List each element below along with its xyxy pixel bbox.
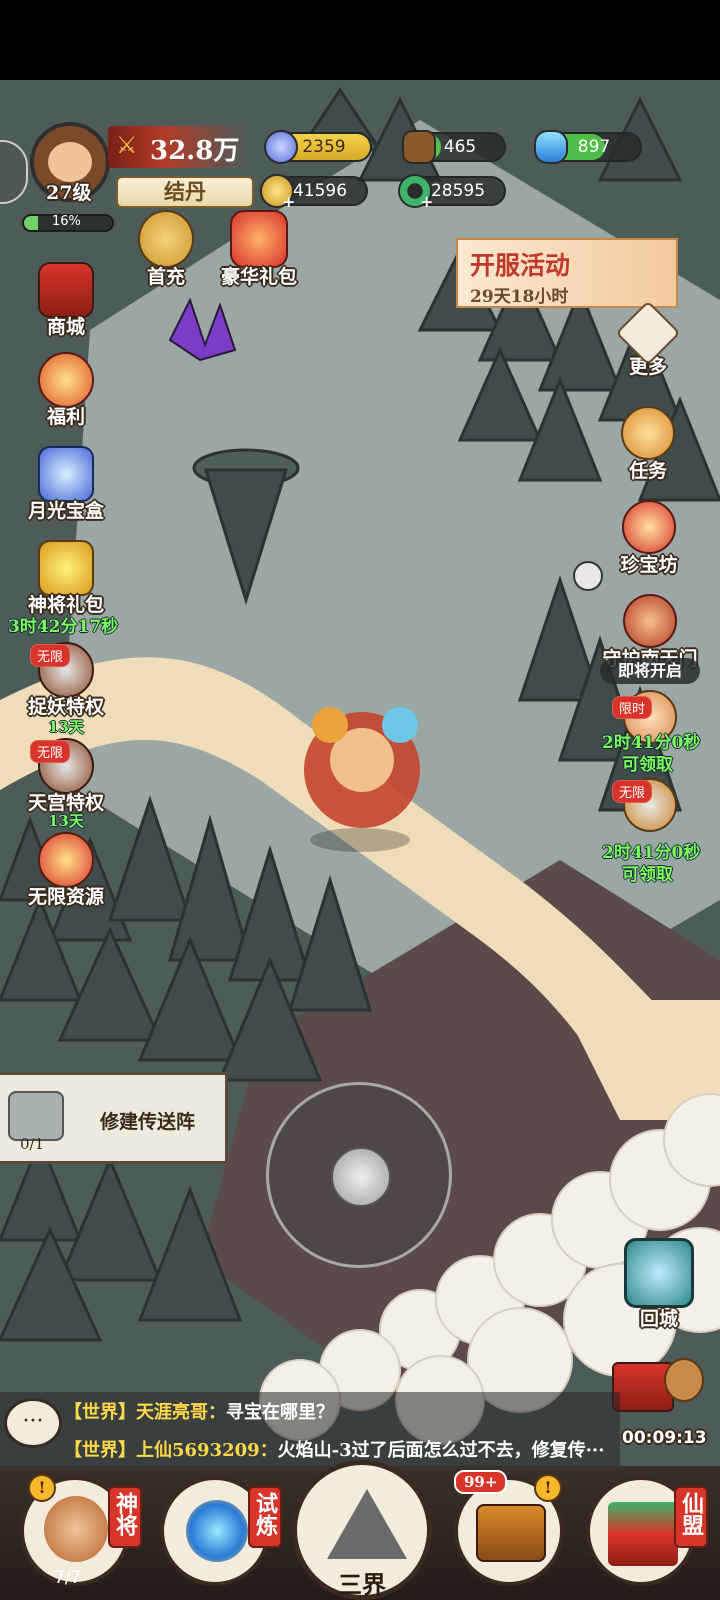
tasks-button[interactable]: 任务 xyxy=(608,406,688,483)
alert-icon: ! xyxy=(28,1474,56,1502)
chat-message: 寻宝在哪里？ xyxy=(226,1402,334,1423)
spirit-value: 2359 xyxy=(302,137,346,157)
power-value: 32.8万 xyxy=(150,136,240,166)
build-count: 0/1 xyxy=(20,1135,45,1153)
realm-badge[interactable]: 结丹 xyxy=(116,176,254,208)
spiral-trial-icon xyxy=(186,1500,248,1562)
moon-box-label: 月光宝盒 xyxy=(27,500,104,522)
portal-gate-icon xyxy=(624,1238,694,1308)
chat-bubble-icon[interactable]: ··· xyxy=(4,1398,62,1448)
shop-building-icon xyxy=(38,262,94,318)
chat-line-1: 【世界】天涯亮哥：寻宝在哪里？ xyxy=(64,1398,334,1424)
welfare-button[interactable]: 福利 xyxy=(20,352,112,429)
spirit-resource[interactable]: 2359 xyxy=(264,130,372,164)
realm-label: 结丹 xyxy=(164,179,206,204)
three-realms-label: 三界 xyxy=(338,1570,386,1599)
treasure-pot-icon xyxy=(38,832,94,888)
bag-badge: 99+ xyxy=(454,1470,508,1494)
gold-value: 41596 xyxy=(292,181,348,201)
nav-generals-label: 神将 xyxy=(108,1486,142,1548)
limited-claim: 可领取 xyxy=(622,755,673,775)
gift-bag-icon xyxy=(38,352,94,408)
jade-add-icon[interactable]: + xyxy=(420,192,433,211)
gem-value: 897 xyxy=(577,137,611,157)
shop-label: 商城 xyxy=(46,316,85,338)
unlimited-resource-label: 无限资源 xyxy=(27,886,104,908)
return-city-label: 回城 xyxy=(639,1308,678,1330)
nav-trial-label: 试炼 xyxy=(248,1486,282,1548)
event-countdown: 29天18小时 xyxy=(470,287,569,307)
joystick-knob[interactable] xyxy=(331,1147,391,1207)
more-button[interactable]: 更多 xyxy=(608,300,688,379)
unlimited-resource-button[interactable]: 无限资源 xyxy=(20,832,112,909)
mountain-icon xyxy=(327,1489,407,1559)
welfare-label: 福利 xyxy=(46,406,85,428)
wood-resource[interactable]: 465 xyxy=(402,130,506,164)
treasure-shop-label: 珍宝坊 xyxy=(620,554,678,576)
player-level: 27级 xyxy=(46,182,92,204)
crossed-swords-icon: ⚔ xyxy=(116,131,138,159)
chat-channel: 【世界】 xyxy=(64,1440,136,1461)
first-recharge-button[interactable]: 首充 xyxy=(128,210,204,289)
unlimited-tag: 无限 xyxy=(612,780,653,803)
gate-tower-icon xyxy=(623,594,677,648)
teleport-array-icon xyxy=(8,1091,64,1141)
catch-demon-tag: 无限 xyxy=(30,644,71,667)
build-label: 修建传送阵 xyxy=(100,1111,196,1133)
first-recharge-label: 首充 xyxy=(146,266,185,288)
treasure-chest-button[interactable] xyxy=(612,1358,708,1428)
guard-gate-status: 即将开启 xyxy=(600,658,700,684)
moon-box-icon xyxy=(38,446,94,502)
return-city-button[interactable]: 回城 xyxy=(614,1238,704,1331)
scroll-icon xyxy=(621,406,675,460)
palace-icon xyxy=(608,1502,678,1566)
jade-value: 28595 xyxy=(430,181,486,201)
catch-demon-days: 13天 xyxy=(48,718,84,736)
unlimited-claim: 可领取 xyxy=(622,865,673,885)
spirit-orb-icon xyxy=(264,130,298,164)
treasure-shop-button[interactable]: 珍宝坊 xyxy=(604,500,694,577)
general-pack-button[interactable]: 神将礼包 xyxy=(20,540,112,617)
generals-count: 7/7 xyxy=(54,1568,82,1588)
chat-channel: 【世界】 xyxy=(64,1402,136,1423)
general-pack-timer: 3时42分17秒 xyxy=(8,617,119,637)
general-gift-icon xyxy=(38,540,94,596)
gem-resource[interactable]: 897 xyxy=(534,130,642,164)
event-title: 开服活动 xyxy=(470,251,571,280)
nav-three-realms[interactable]: 三界 xyxy=(292,1460,432,1600)
event-banner[interactable]: 开服活动 29天18小时 xyxy=(456,238,678,308)
catch-demon-label: 捉妖特权 xyxy=(27,696,104,718)
monkey-king-icon xyxy=(138,210,194,268)
wood-value: 465 xyxy=(443,137,477,157)
treasure-bag-icon xyxy=(476,1504,546,1562)
limited-tag: 限时 xyxy=(612,696,653,719)
treasure-shop-icon xyxy=(622,500,676,554)
wood-log-icon xyxy=(402,130,436,164)
status-bar-area xyxy=(0,0,720,80)
chat-line-2: 【世界】上仙5693209：火焰山-3过了后面怎么过不去，修复传··· xyxy=(64,1436,620,1462)
tasks-label: 任务 xyxy=(628,460,667,482)
chat-user[interactable]: 天涯亮哥： xyxy=(136,1402,226,1423)
moon-box-button[interactable]: 月光宝盒 xyxy=(20,446,112,523)
alert-icon: ! xyxy=(534,1474,562,1502)
gold-add-icon[interactable]: + xyxy=(282,192,295,211)
treasure-timer: 00:09:13 xyxy=(622,1428,707,1448)
monkey-king-avatar-icon xyxy=(44,1496,108,1562)
monkey-mascot-icon xyxy=(664,1358,704,1402)
heaven-palace-tag: 无限 xyxy=(30,740,71,763)
blue-gem-icon xyxy=(534,130,568,164)
chat-message: 火焰山-3过了后面怎么过不去，修复传··· xyxy=(277,1440,605,1461)
mask-icon xyxy=(230,210,288,268)
virtual-joystick[interactable] xyxy=(266,1082,452,1268)
game-screen: 27级 16% ⚔ 32.8万 结丹 2359 465 897 41596 + … xyxy=(0,0,720,1600)
heaven-palace-days: 13天 xyxy=(48,812,84,830)
exp-percent: 16% xyxy=(52,214,81,229)
nav-alliance-label: 仙盟 xyxy=(674,1486,708,1548)
build-teleport-panel[interactable]: 0/1 修建传送阵 xyxy=(0,1072,228,1164)
shop-button[interactable]: 商城 xyxy=(20,262,112,339)
chat-user[interactable]: 上仙5693209： xyxy=(136,1440,278,1461)
luxury-pack-label: 豪华礼包 xyxy=(220,266,297,288)
luxury-pack-button[interactable]: 豪华礼包 xyxy=(214,210,304,289)
exp-bar-fill xyxy=(24,216,39,230)
